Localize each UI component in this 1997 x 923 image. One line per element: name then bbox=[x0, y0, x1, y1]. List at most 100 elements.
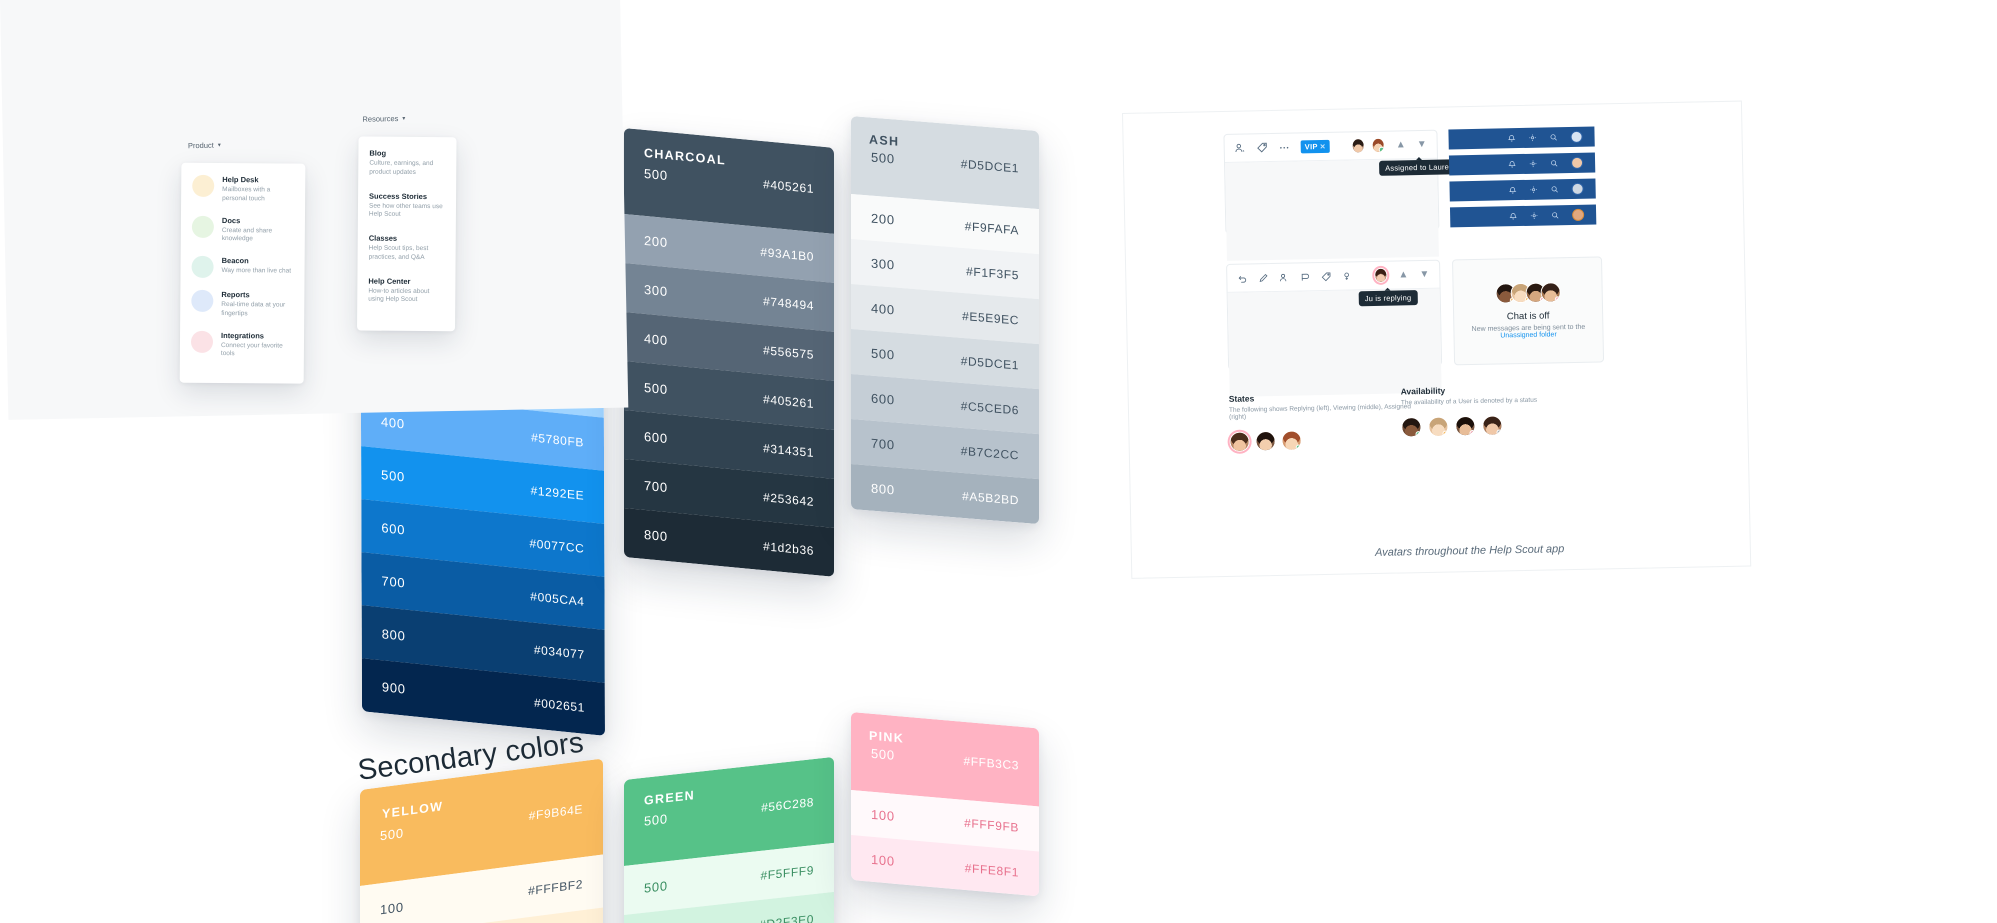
resources-menu-item[interactable]: Classes Help Scout tips, best practices, … bbox=[369, 234, 445, 263]
resources-dropdown: Blog Culture, earnings, and product updat… bbox=[357, 136, 457, 332]
status-dot-away bbox=[1442, 430, 1449, 437]
avatar[interactable] bbox=[1371, 137, 1386, 153]
status-dot-assigned bbox=[1295, 444, 1302, 451]
product-menu-item[interactable]: Reports Real-time data at your fingertips bbox=[191, 289, 293, 319]
nav-item-product[interactable]: Product ▼ bbox=[188, 141, 222, 151]
note-icon[interactable] bbox=[1258, 273, 1268, 283]
chevron-down-icon[interactable]: ▼ bbox=[1419, 268, 1429, 279]
product-menu-item[interactable]: Docs Create and share knowledge bbox=[191, 215, 294, 244]
chevron-up-icon[interactable]: ▲ bbox=[1398, 269, 1408, 280]
more-options-icon[interactable] bbox=[1279, 145, 1290, 149]
avatar-availability[interactable] bbox=[1401, 417, 1422, 438]
bell-icon[interactable] bbox=[1508, 160, 1516, 168]
swatch-hex: #56C288 bbox=[761, 795, 814, 815]
resources-item-desc: Culture, earnings, and product updates bbox=[369, 159, 434, 176]
search-icon[interactable] bbox=[1551, 185, 1559, 193]
avatar[interactable] bbox=[1351, 138, 1366, 154]
swatch-step: 500 bbox=[644, 810, 668, 829]
swatch-hex: #005CA4 bbox=[530, 588, 585, 609]
bell-icon[interactable] bbox=[1508, 186, 1517, 194]
swatch-step: 500 bbox=[381, 467, 405, 485]
product-menu-item[interactable]: Help Desk Mailboxes with a personal touch bbox=[192, 174, 294, 204]
swatch-step: 600 bbox=[871, 390, 895, 408]
avatar-availability[interactable] bbox=[1455, 415, 1476, 437]
profile-icon[interactable] bbox=[1571, 182, 1584, 195]
avatar-state-viewing[interactable] bbox=[1255, 430, 1276, 452]
settings-icon[interactable] bbox=[1529, 160, 1537, 168]
availability-description: The availability of a User is denoted by… bbox=[1400, 396, 1538, 407]
avatar-face bbox=[1375, 268, 1387, 282]
swatch-step: 800 bbox=[871, 480, 895, 498]
avatar-state-replying[interactable] bbox=[1229, 431, 1250, 452]
remove-tag-icon[interactable]: ✕ bbox=[1320, 142, 1326, 150]
resources-item-desc: Help Scout tips, best practices, and Q&A bbox=[368, 244, 429, 261]
status-dot-busy bbox=[1554, 296, 1561, 303]
profile-icon[interactable] bbox=[1570, 130, 1583, 144]
swatch-hex: #F9B64E bbox=[528, 802, 583, 824]
swatch-hex: #5780FB bbox=[531, 429, 585, 450]
conversation-toolbar: VIP ✕ ▲ ▼ bbox=[1224, 130, 1437, 163]
swatch-hex: #D2F3E0 bbox=[759, 911, 814, 923]
status-dot-busy bbox=[1469, 429, 1476, 437]
search-icon[interactable] bbox=[1550, 159, 1558, 167]
card-title-pink: PINK bbox=[869, 728, 905, 746]
resources-menu-item[interactable]: Help Center How-to articles about using H… bbox=[368, 276, 444, 305]
unassigned-folder-link[interactable]: Unassigned folder bbox=[1500, 331, 1557, 339]
chat-off-avatar-group bbox=[1494, 282, 1561, 304]
swatch-hex: #E5E9EC bbox=[962, 308, 1019, 328]
undo-icon[interactable] bbox=[1237, 273, 1247, 283]
swatch-step: 200 bbox=[871, 210, 895, 228]
swatch-step: 700 bbox=[871, 435, 895, 453]
chevron-down-icon[interactable]: ▼ bbox=[1417, 138, 1427, 149]
bell-icon[interactable] bbox=[1507, 134, 1516, 142]
avatars-showcase-panel: VIP ✕ ▲ ▼ Assigned to Lauren ▲ ▼ Ju is r… bbox=[1122, 100, 1752, 579]
profile-icon[interactable] bbox=[1572, 208, 1585, 221]
assign-user-icon[interactable] bbox=[1235, 143, 1246, 154]
avatar-face bbox=[1256, 432, 1275, 451]
avatar-state-assigned[interactable] bbox=[1281, 430, 1302, 451]
swatch-hex: #D5DCE1 bbox=[960, 156, 1019, 176]
product-menu-item[interactable]: Beacon Way more than live chat bbox=[191, 255, 293, 279]
product-item-icon bbox=[190, 330, 214, 353]
app-bar-row[interactable] bbox=[1449, 178, 1596, 202]
settings-icon[interactable] bbox=[1530, 186, 1538, 194]
swatch-hex: #556575 bbox=[763, 342, 814, 362]
tooltip-replying-text: Ju is replying bbox=[1364, 293, 1412, 304]
resources-menu-item[interactable]: Blog Culture, earnings, and product updat… bbox=[369, 149, 445, 178]
resources-item-name: Classes bbox=[368, 233, 398, 243]
resources-menu-item[interactable]: Success Stories See how other teams use H… bbox=[369, 191, 445, 220]
app-bar-row[interactable] bbox=[1449, 204, 1597, 228]
vip-tag[interactable]: VIP ✕ bbox=[1300, 139, 1331, 154]
swatch-hex: #314351 bbox=[763, 440, 814, 460]
follow-icon[interactable] bbox=[1300, 272, 1310, 282]
avatar[interactable] bbox=[1539, 282, 1561, 303]
resources-item-name: Success Stories bbox=[369, 191, 428, 201]
navigation-showcase-panel: Product ▼ Help Desk Mailboxes with a pers… bbox=[0, 0, 629, 420]
swatch-hex: #1d2b36 bbox=[763, 538, 814, 558]
assign-user-icon[interactable] bbox=[1279, 272, 1289, 282]
settings-icon[interactable] bbox=[1530, 212, 1538, 220]
bell-icon[interactable] bbox=[1509, 212, 1517, 220]
search-icon[interactable] bbox=[1549, 133, 1557, 141]
app-bar-row[interactable] bbox=[1448, 152, 1596, 176]
swatch-hex: #FFF9FB bbox=[964, 815, 1019, 835]
profile-icon[interactable] bbox=[1570, 156, 1584, 169]
nav-item-resources[interactable]: Resources ▼ bbox=[362, 114, 406, 124]
tag-icon[interactable] bbox=[1321, 271, 1331, 281]
resources-item-desc: How-to articles about using Help Scout bbox=[368, 287, 430, 304]
chevron-up-icon[interactable]: ▲ bbox=[1396, 139, 1406, 150]
settings-icon[interactable] bbox=[1529, 134, 1537, 142]
reply-icon[interactable] bbox=[1342, 271, 1352, 281]
swatch-list-charcoal: 200 #93A1B0 300 #748494 400 #556575 500 #405261… bbox=[624, 214, 834, 577]
product-menu-item[interactable]: Integrations Connect your favorite tools bbox=[190, 330, 293, 359]
avatar-replying[interactable] bbox=[1374, 267, 1388, 283]
tooltip-assigned-text: Assigned to Lauren bbox=[1385, 162, 1454, 173]
swatch-list-ash: 200 #F9FAFA 300 #F1F3F5 400 #E5E9EC 500 #D5DCE1… bbox=[851, 194, 1039, 525]
avatar-availability[interactable] bbox=[1482, 415, 1503, 436]
swatch-step: 400 bbox=[644, 330, 668, 349]
chat-off-subtitle: New messages are being sent to the Unass… bbox=[1454, 323, 1602, 340]
tag-icon[interactable] bbox=[1257, 142, 1268, 153]
app-bar-row[interactable] bbox=[1448, 126, 1595, 150]
avatar-availability[interactable] bbox=[1428, 416, 1449, 437]
search-icon[interactable] bbox=[1551, 211, 1559, 219]
